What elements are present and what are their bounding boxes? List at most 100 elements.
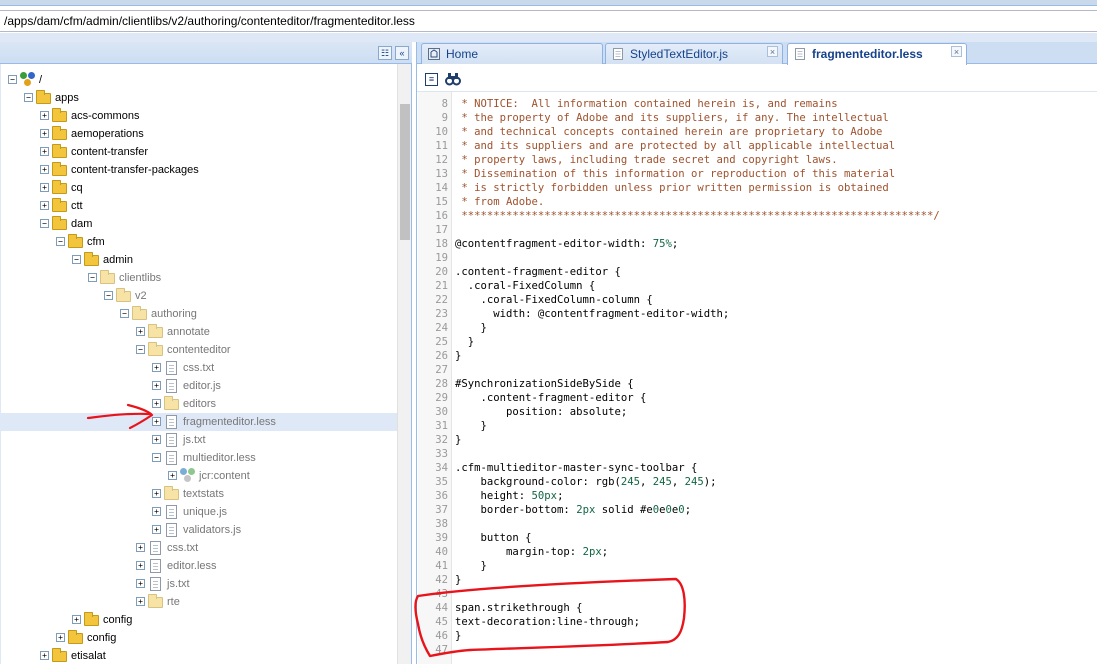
tree-node[interactable]: + config xyxy=(1,611,397,629)
tree-scrollbar[interactable] xyxy=(397,64,411,664)
collapse-toggle-icon[interactable]: − xyxy=(40,219,49,228)
code-line: 22 .coral-FixedColumn-column { xyxy=(418,293,1097,307)
tree-node[interactable]: + ctt xyxy=(1,197,397,215)
tree-node[interactable]: + aemoperations xyxy=(1,125,397,143)
tree-node-label: css.txt xyxy=(183,362,215,374)
tree-node[interactable]: − dam xyxy=(1,215,397,233)
close-icon[interactable]: × xyxy=(951,46,962,57)
tree-scrollbar-thumb[interactable] xyxy=(400,104,410,240)
tab-styledtexteditor[interactable]: StyledTextEditor.js × xyxy=(605,43,783,64)
tab-fragmenteditor-label: fragmenteditor.less xyxy=(812,47,923,61)
expand-toggle-icon[interactable]: + xyxy=(136,327,145,336)
code-line: 29 .content-fragment-editor { xyxy=(418,391,1097,405)
folder-icon xyxy=(52,180,68,196)
tree-node[interactable]: + content-transfer xyxy=(1,143,397,161)
tree-node-label: editor.less xyxy=(167,560,217,572)
collapse-toggle-icon[interactable]: − xyxy=(136,345,145,354)
expand-toggle-icon[interactable]: + xyxy=(152,525,161,534)
expand-toggle-icon[interactable]: + xyxy=(72,615,81,624)
expand-toggle-icon[interactable]: + xyxy=(152,507,161,516)
expand-toggle-icon[interactable]: + xyxy=(168,471,177,480)
line-number: 47 xyxy=(435,644,448,656)
code-line: 45 text-decoration:line-through; xyxy=(418,615,1097,629)
expand-toggle-icon[interactable]: + xyxy=(40,651,49,660)
code-text: .content-fragment-editor { xyxy=(455,392,647,404)
tree-node[interactable]: + fragmenteditor.less xyxy=(1,413,397,431)
collapse-toggle-icon[interactable]: − xyxy=(152,453,161,462)
code-line: 21 .coral-FixedColumn { xyxy=(418,279,1097,293)
expand-toggle-icon[interactable]: + xyxy=(152,399,161,408)
tree-node[interactable]: + cq xyxy=(1,179,397,197)
code-editor[interactable]: 8 * NOTICE: All information contained he… xyxy=(418,92,1097,664)
line-number: 11 xyxy=(435,140,448,152)
tree-node[interactable]: + acs-commons xyxy=(1,107,397,125)
expand-toggle-icon[interactable]: + xyxy=(136,597,145,606)
tree-node[interactable]: + editors xyxy=(1,395,397,413)
tree-node[interactable]: − cfm xyxy=(1,233,397,251)
tree-node[interactable]: + jcr:content xyxy=(1,467,397,485)
line-number: 29 xyxy=(435,392,448,404)
tree-node[interactable]: + content-transfer-packages xyxy=(1,161,397,179)
expand-toggle-icon[interactable]: + xyxy=(152,381,161,390)
expand-toggle-icon[interactable]: + xyxy=(152,363,161,372)
collapse-toggle-icon[interactable]: − xyxy=(24,93,33,102)
expand-toggle-icon[interactable]: + xyxy=(56,633,65,642)
file-icon xyxy=(164,450,180,466)
sync-tree-icon[interactable]: ☷ xyxy=(378,46,392,60)
tree-node[interactable]: + editor.js xyxy=(1,377,397,395)
folder-icon xyxy=(52,108,68,124)
tree-node-label: multieditor.less xyxy=(183,452,256,464)
expand-toggle-icon[interactable]: + xyxy=(40,111,49,120)
format-code-icon[interactable]: ≡ xyxy=(425,73,438,86)
expand-toggle-icon[interactable]: + xyxy=(40,147,49,156)
collapse-toggle-icon[interactable]: − xyxy=(8,75,17,84)
tree-node[interactable]: + editor.less xyxy=(1,557,397,575)
code-line: 41 } xyxy=(418,559,1097,573)
tree-node[interactable]: − / xyxy=(1,71,397,89)
tree-node[interactable]: + css.txt xyxy=(1,359,397,377)
expand-toggle-icon[interactable]: + xyxy=(40,201,49,210)
collapse-toggle-icon[interactable]: − xyxy=(88,273,97,282)
tree-node[interactable]: + css.txt xyxy=(1,539,397,557)
tree-node[interactable]: − v2 xyxy=(1,287,397,305)
collapse-toggle-icon[interactable]: − xyxy=(56,237,65,246)
expand-toggle-icon[interactable]: + xyxy=(152,489,161,498)
expand-toggle-icon[interactable]: + xyxy=(136,579,145,588)
collapse-toggle-icon[interactable]: − xyxy=(120,309,129,318)
tree-node[interactable]: − authoring xyxy=(1,305,397,323)
tab-home[interactable]: Home xyxy=(421,43,603,64)
tree-node[interactable]: − contenteditor xyxy=(1,341,397,359)
double-chevron-left-icon[interactable]: « xyxy=(395,46,409,60)
tree-node[interactable]: − admin xyxy=(1,251,397,269)
collapse-toggle-icon[interactable]: − xyxy=(104,291,113,300)
expand-toggle-icon[interactable]: + xyxy=(136,561,145,570)
tree-node[interactable]: + validators.js xyxy=(1,521,397,539)
tree-node[interactable]: + rte xyxy=(1,593,397,611)
tree-node[interactable]: + js.txt xyxy=(1,575,397,593)
code-line: 38 xyxy=(418,517,1097,531)
folder-icon xyxy=(100,270,116,286)
close-icon[interactable]: × xyxy=(767,46,778,57)
tree-node[interactable]: − clientlibs xyxy=(1,269,397,287)
tree-node[interactable]: + textstats xyxy=(1,485,397,503)
tree-node[interactable]: − multieditor.less xyxy=(1,449,397,467)
code-line: 23 width: @contentfragment-editor-width; xyxy=(418,307,1097,321)
tree-node[interactable]: + etisalat xyxy=(1,647,397,664)
expand-toggle-icon[interactable]: + xyxy=(40,165,49,174)
tree-node[interactable]: − apps xyxy=(1,89,397,107)
expand-toggle-icon[interactable]: + xyxy=(136,543,145,552)
line-number: 34 xyxy=(435,462,448,474)
expand-toggle-icon[interactable]: + xyxy=(40,183,49,192)
expand-toggle-icon[interactable]: + xyxy=(152,417,161,426)
tree-node[interactable]: + unique.js xyxy=(1,503,397,521)
tree-node[interactable]: + js.txt xyxy=(1,431,397,449)
path-field[interactable]: /apps/dam/cfm/admin/clientlibs/v2/author… xyxy=(0,10,1097,32)
binoculars-find-icon[interactable] xyxy=(445,71,461,87)
tree-node[interactable]: + annotate xyxy=(1,323,397,341)
tree-node[interactable]: + config xyxy=(1,629,397,647)
code-line: 28 #SynchronizationSideBySide { xyxy=(418,377,1097,391)
expand-toggle-icon[interactable]: + xyxy=(152,435,161,444)
expand-toggle-icon[interactable]: + xyxy=(40,129,49,138)
tab-fragmenteditor[interactable]: fragmenteditor.less × xyxy=(787,43,967,65)
collapse-toggle-icon[interactable]: − xyxy=(72,255,81,264)
